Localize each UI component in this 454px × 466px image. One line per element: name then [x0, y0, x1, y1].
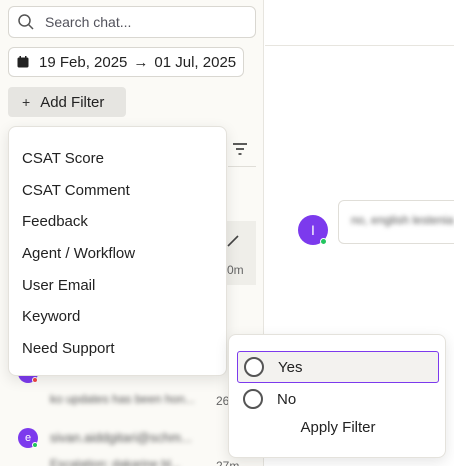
sidebar-divider [228, 166, 256, 167]
message-text: no, english lestenia [351, 213, 454, 227]
plus-icon: + [22, 94, 31, 110]
option-yes-label: Yes [278, 358, 303, 376]
menu-item-csat-comment[interactable]: CSAT Comment [9, 175, 226, 207]
online-status-dot [320, 238, 327, 245]
date-range-end: 01 Jul, 2025 [154, 53, 237, 71]
menu-item-keyword[interactable]: Keyword [9, 301, 226, 333]
chat-time: 27m [216, 459, 240, 466]
add-filter-label: Add Filter [40, 93, 105, 111]
menu-item-csat-score[interactable]: CSAT Score [9, 143, 226, 175]
radio-icon[interactable] [243, 389, 263, 409]
chat-title: sivan.aiddgitari@schm... [50, 430, 192, 445]
filter-lines-icon[interactable] [230, 139, 250, 159]
add-filter-menu: CSAT Score CSAT Comment Feedback Agent /… [8, 126, 227, 376]
calendar-icon [17, 56, 29, 68]
conversation-header [265, 0, 454, 46]
message-bubble: no, english lestenia [338, 200, 454, 244]
menu-item-need-support[interactable]: Need Support [9, 333, 226, 365]
status-dot [32, 377, 38, 383]
chat-time: 0m [227, 263, 244, 277]
chat-preview: ko updates has been hon... [50, 392, 195, 406]
pencil-icon[interactable] [226, 234, 240, 248]
date-range-picker[interactable]: 19 Feb, 2025 → 01 Jul, 2025 [8, 47, 244, 77]
apply-filter-button[interactable]: Apply Filter [229, 419, 447, 436]
date-range-arrow: → [133, 53, 149, 71]
status-dot [32, 442, 38, 448]
chat-preview: Escalation: dakarine bl... [50, 457, 181, 466]
option-yes[interactable]: Yes [237, 351, 439, 383]
add-filter-button[interactable]: + Add Filter [8, 87, 126, 117]
menu-item-agent-workflow[interactable]: Agent / Workflow [9, 238, 226, 270]
radio-icon[interactable] [244, 357, 264, 377]
menu-item-user-email[interactable]: User Email [9, 270, 226, 302]
option-no-label: No [277, 390, 297, 408]
option-no[interactable]: No [237, 383, 439, 415]
filter-value-popover: Yes No Apply Filter [228, 334, 446, 458]
date-range-start: 19 Feb, 2025 [39, 53, 128, 71]
search-input[interactable] [45, 14, 245, 30]
search-icon [17, 13, 35, 31]
menu-item-feedback[interactable]: Feedback [9, 206, 226, 238]
search-box[interactable] [8, 6, 256, 38]
